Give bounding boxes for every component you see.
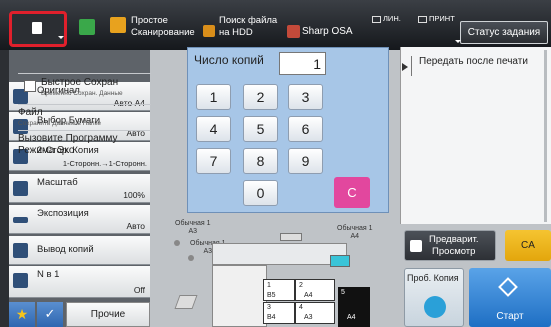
key-4[interactable]: 4 bbox=[196, 116, 231, 142]
copy-count-title: Число копий bbox=[194, 53, 264, 67]
cassette-4-size: A3 bbox=[304, 314, 313, 321]
scale-label: Масштаб bbox=[37, 177, 78, 188]
sharp-osa-button[interactable]: Sharp OSA bbox=[302, 26, 353, 38]
cassette-1-size: B5 bbox=[267, 292, 276, 299]
preview-icon bbox=[410, 240, 422, 252]
printer-body bbox=[212, 265, 267, 327]
start-diamond-icon bbox=[498, 277, 518, 297]
copy-count-field[interactable]: 1 bbox=[279, 52, 326, 75]
output-icon bbox=[13, 243, 28, 258]
exposure-value: Авто bbox=[126, 221, 145, 231]
line-indicator: ЛИН. bbox=[372, 14, 401, 23]
simple-scan-icon bbox=[110, 17, 126, 33]
file-sub: Сохранить Данные в Папке bbox=[18, 120, 101, 127]
divider-line bbox=[411, 56, 412, 76]
cassette-2-number: 2 bbox=[299, 282, 303, 289]
star-icon: ★ bbox=[15, 306, 29, 322]
simple-scan-button[interactable]: Простое Сканирование bbox=[131, 15, 195, 39]
scrollbar[interactable] bbox=[544, 50, 547, 222]
tray-arrow-icon bbox=[188, 255, 194, 261]
start-button[interactable]: Старт bbox=[469, 268, 551, 327]
quick-save-item[interactable]: Быстрое Сохран Временно Сохран. Данные bbox=[18, 73, 151, 103]
sharp-osa-icon bbox=[287, 25, 300, 38]
n-up-value: Off bbox=[133, 285, 145, 295]
tray-right-label: Обычная 1 A4 bbox=[337, 225, 373, 240]
scale-button[interactable]: Масштаб 100% bbox=[9, 174, 150, 203]
key-1[interactable]: 1 bbox=[196, 84, 231, 110]
hdd-file-search-button[interactable]: Поиск файла на HDD bbox=[219, 15, 277, 39]
preview-button[interactable]: Предварит. Просмотр bbox=[404, 230, 496, 261]
side-tray-number: 5 bbox=[341, 289, 345, 296]
key-0[interactable]: 0 bbox=[243, 180, 278, 206]
tray-arrow-icon bbox=[174, 240, 180, 246]
cassette-1: 1 B5 bbox=[263, 279, 295, 301]
cassette-2-size: A4 bbox=[304, 292, 313, 299]
check-button[interactable]: ✓ bbox=[37, 302, 63, 327]
eco-label: Вызовите Программу Режима Эко bbox=[18, 133, 118, 156]
start-label: Старт bbox=[496, 311, 524, 322]
cassette-3: 3 B4 bbox=[263, 302, 295, 324]
other-button[interactable]: Прочие bbox=[66, 302, 150, 327]
output-tray-icon bbox=[280, 233, 302, 241]
scale-icon bbox=[13, 181, 28, 196]
cassette-4-number: 4 bbox=[299, 304, 303, 311]
quick-save-label: Быстрое Сохран bbox=[41, 77, 119, 88]
cassette-3-number: 3 bbox=[267, 304, 271, 311]
n-up-button[interactable]: N в 1 Off bbox=[9, 266, 150, 298]
quick-save-sub: Временно Сохран. Данные bbox=[41, 90, 123, 97]
side-tray: 5 A4 bbox=[338, 287, 370, 327]
scanner-body bbox=[212, 243, 347, 265]
checkbox[interactable] bbox=[24, 80, 36, 92]
corner-arrow-icon bbox=[58, 36, 64, 39]
paper-icon bbox=[330, 255, 350, 267]
eco-program-item[interactable]: Вызовите Программу Режима Эко bbox=[18, 130, 151, 160]
key-3[interactable]: 3 bbox=[288, 84, 323, 110]
cassette-1-number: 1 bbox=[267, 282, 271, 289]
copy-output-label: Вывод копий bbox=[37, 244, 94, 255]
key-5[interactable]: 5 bbox=[243, 116, 278, 142]
clear-key[interactable]: C bbox=[334, 177, 370, 208]
other-label: Прочие bbox=[90, 309, 126, 320]
n-up-icon bbox=[13, 273, 28, 288]
start-diamond-icon bbox=[424, 296, 446, 318]
collapse-arrow-icon[interactable] bbox=[402, 63, 408, 71]
dropdown-arrow-icon bbox=[455, 40, 461, 43]
duplex-copy-value: 1-Сторонн.→1-Сторонн. bbox=[62, 159, 147, 168]
copy-mode-icon bbox=[32, 22, 42, 34]
machine-diagram: Обычная 1 A3 Обычная 1 A3 Обычная 1 A4 1… bbox=[152, 215, 400, 327]
finisher-icon bbox=[174, 295, 198, 309]
side-tray-size: A4 bbox=[347, 314, 356, 321]
home-mode-button[interactable] bbox=[9, 11, 67, 47]
favorites-button[interactable]: ★ bbox=[9, 302, 35, 327]
left-side-strip bbox=[0, 50, 9, 327]
preview-label: Предварит. Просмотр bbox=[429, 234, 479, 257]
key-9[interactable]: 9 bbox=[288, 148, 323, 174]
file-item[interactable]: Файл Сохранить Данные в Папке bbox=[18, 104, 151, 129]
exposure-button[interactable]: Экспозиция Авто bbox=[9, 205, 150, 234]
cassette-2: 2 A4 bbox=[295, 279, 335, 301]
key-2[interactable]: 2 bbox=[243, 84, 278, 110]
job-status-button[interactable]: Статус задания bbox=[460, 21, 548, 44]
copy-output-button[interactable]: Вывод копий bbox=[9, 236, 150, 265]
key-8[interactable]: 8 bbox=[243, 148, 278, 174]
test-copy-button[interactable]: Проб. Копия bbox=[404, 268, 464, 327]
n-up-label: N в 1 bbox=[37, 269, 60, 280]
scale-value: 100% bbox=[123, 190, 145, 200]
hdd-search-icon bbox=[203, 25, 215, 37]
ca-button[interactable]: CA bbox=[505, 230, 551, 261]
tray-top-label: Обычная 1 A3 bbox=[175, 220, 211, 235]
copy-shortcut-icon[interactable] bbox=[79, 19, 95, 35]
right-action-panel bbox=[400, 47, 551, 224]
file-label: Файл bbox=[18, 107, 43, 118]
checkmark-icon: ✓ bbox=[44, 306, 56, 321]
transfer-after-print[interactable]: Передать после печати bbox=[419, 56, 528, 67]
print-indicator: ПРИНТ bbox=[418, 14, 455, 23]
cassette-4: 4 A3 bbox=[295, 302, 335, 324]
cassette-3-size: B4 bbox=[267, 314, 276, 321]
exposure-label: Экспозиция bbox=[37, 208, 89, 219]
test-copy-label: Проб. Копия bbox=[407, 273, 459, 283]
exposure-icon bbox=[13, 217, 28, 223]
key-6[interactable]: 6 bbox=[288, 116, 323, 142]
key-7[interactable]: 7 bbox=[196, 148, 231, 174]
